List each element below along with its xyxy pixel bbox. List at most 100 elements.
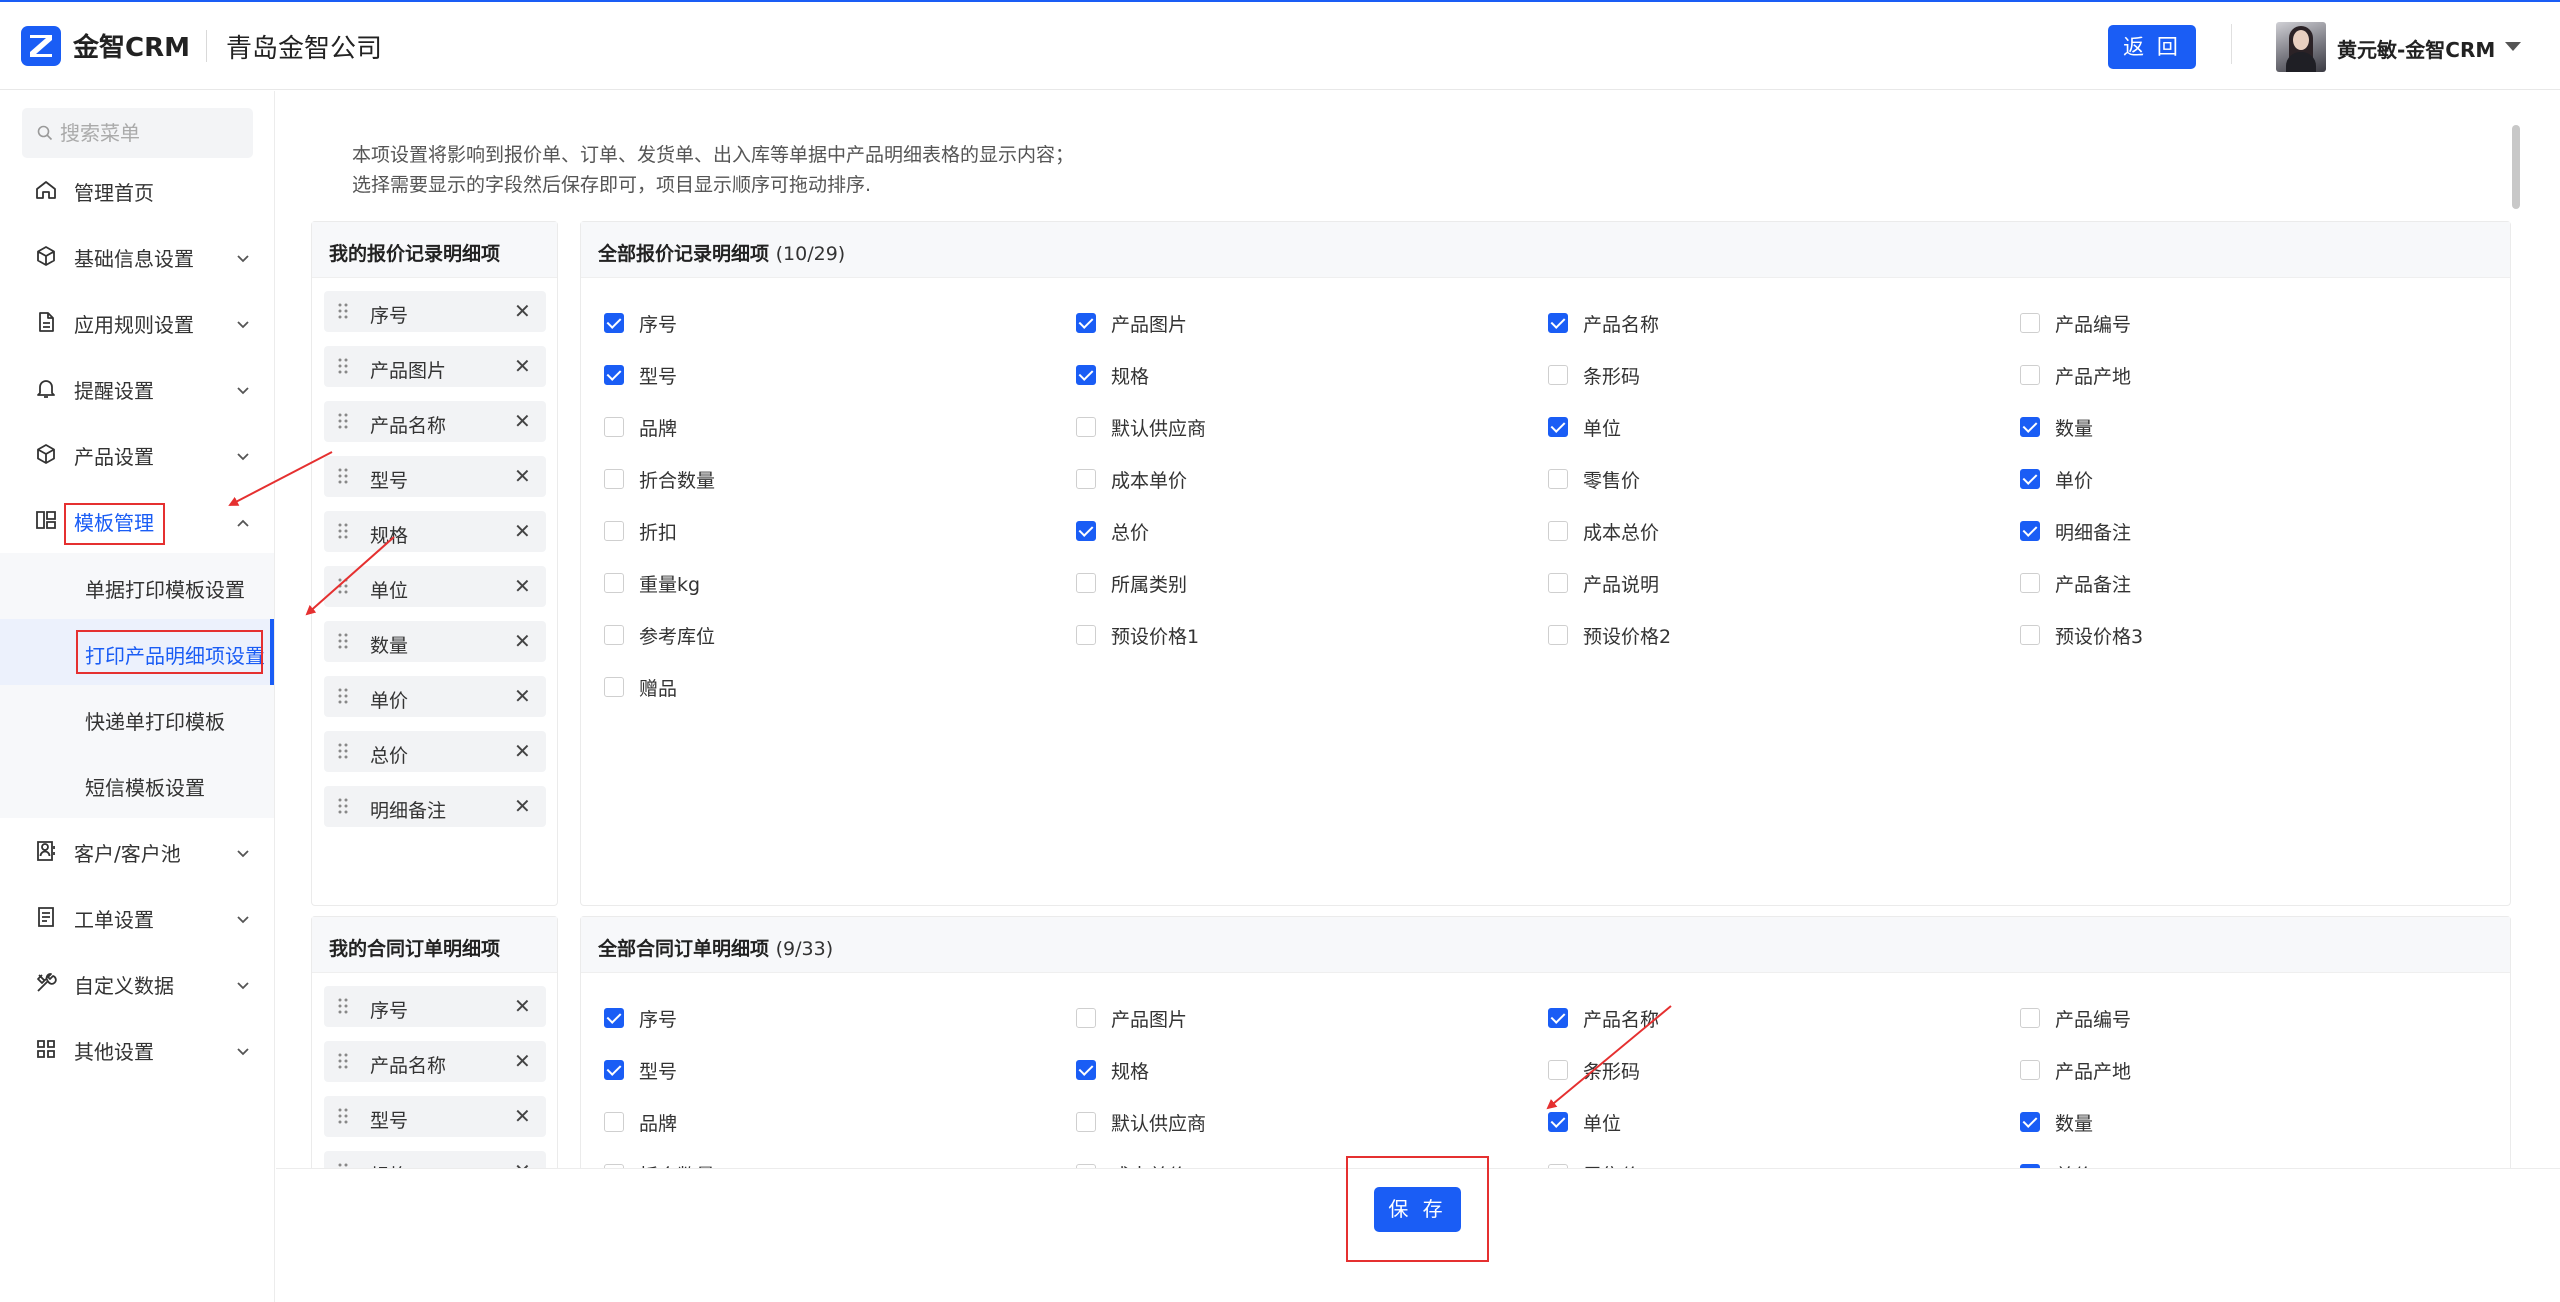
drag-handle-icon[interactable] bbox=[338, 1108, 348, 1128]
sidebar-item-9[interactable]: 自定义数据 bbox=[0, 950, 275, 1016]
close-icon[interactable]: ✕ bbox=[514, 739, 531, 763]
sidebar-item-2[interactable]: 基础信息设置 bbox=[0, 223, 275, 289]
close-icon[interactable]: ✕ bbox=[514, 464, 531, 488]
checkbox-unchecked[interactable] bbox=[604, 625, 624, 645]
checkbox-checked[interactable] bbox=[2020, 469, 2040, 489]
selected-item-chip[interactable]: 型号 ✕ bbox=[324, 1096, 546, 1137]
checkbox-checked[interactable] bbox=[1076, 365, 1096, 385]
selected-item-chip[interactable]: 序号 ✕ bbox=[324, 291, 546, 332]
close-icon[interactable]: ✕ bbox=[514, 1159, 531, 1168]
sidebar-item-10[interactable]: 其他设置 bbox=[0, 1016, 275, 1082]
checkbox-unchecked[interactable] bbox=[2020, 625, 2040, 645]
checkbox-checked[interactable] bbox=[604, 1008, 624, 1028]
sidebar-item-4[interactable]: 提醒设置 bbox=[0, 355, 275, 421]
submenu-item-3[interactable]: 快递单打印模板 bbox=[0, 685, 274, 751]
drag-handle-icon[interactable] bbox=[338, 798, 348, 818]
drag-handle-icon[interactable] bbox=[338, 743, 348, 763]
checkbox-unchecked[interactable] bbox=[1076, 1008, 1096, 1028]
checkbox-unchecked[interactable] bbox=[604, 677, 624, 697]
checkbox-checked[interactable] bbox=[1076, 313, 1096, 333]
checkbox-unchecked[interactable] bbox=[1076, 573, 1096, 593]
checkbox-checked[interactable] bbox=[2020, 1112, 2040, 1132]
sidebar-item-5[interactable]: 产品设置 bbox=[0, 421, 275, 487]
checkbox-unchecked[interactable] bbox=[2020, 313, 2040, 333]
checkbox-unchecked[interactable] bbox=[604, 573, 624, 593]
selected-item-chip[interactable]: 型号 ✕ bbox=[324, 456, 546, 497]
user-name[interactable]: 黄元敏-金智CRM bbox=[2337, 34, 2495, 63]
close-icon[interactable]: ✕ bbox=[514, 519, 531, 543]
submenu-item-4[interactable]: 短信模板设置 bbox=[0, 751, 274, 817]
close-icon[interactable]: ✕ bbox=[514, 994, 531, 1018]
close-icon[interactable]: ✕ bbox=[514, 1104, 531, 1128]
checkbox-unchecked[interactable] bbox=[2020, 1060, 2040, 1080]
checkbox-checked[interactable] bbox=[604, 1060, 624, 1080]
checkbox-checked[interactable] bbox=[1076, 1060, 1096, 1080]
close-icon[interactable]: ✕ bbox=[514, 354, 531, 378]
drag-handle-icon[interactable] bbox=[338, 358, 348, 378]
checkbox-unchecked[interactable] bbox=[1548, 625, 1568, 645]
selected-item-chip[interactable]: 产品图片 ✕ bbox=[324, 346, 546, 387]
checkbox-unchecked[interactable] bbox=[1548, 365, 1568, 385]
checkbox-unchecked[interactable] bbox=[1548, 573, 1568, 593]
checkbox-unchecked[interactable] bbox=[1076, 1112, 1096, 1132]
selected-item-chip[interactable]: 总价 ✕ bbox=[324, 731, 546, 772]
checkbox-checked[interactable] bbox=[2020, 521, 2040, 541]
avatar[interactable] bbox=[2276, 22, 2326, 72]
checkbox-unchecked[interactable] bbox=[604, 1112, 624, 1132]
selected-item-chip[interactable]: 单价 ✕ bbox=[324, 676, 546, 717]
selected-item-chip[interactable]: 单位 ✕ bbox=[324, 566, 546, 607]
sidebar-item-1[interactable]: 管理首页 bbox=[0, 157, 275, 223]
checkbox-checked[interactable] bbox=[1548, 1008, 1568, 1028]
back-button[interactable]: 返 回 bbox=[2108, 25, 2196, 69]
sidebar-item-3[interactable]: 应用规则设置 bbox=[0, 289, 275, 355]
drag-handle-icon[interactable] bbox=[338, 303, 348, 323]
selected-item-chip[interactable]: 数量 ✕ bbox=[324, 621, 546, 662]
drag-handle-icon[interactable] bbox=[338, 633, 348, 653]
checkbox-unchecked[interactable] bbox=[604, 469, 624, 489]
checkbox-unchecked[interactable] bbox=[1548, 469, 1568, 489]
close-icon[interactable]: ✕ bbox=[514, 1049, 531, 1073]
vertical-scrollbar[interactable] bbox=[2512, 125, 2520, 209]
checkbox-checked[interactable] bbox=[604, 313, 624, 333]
checkbox-unchecked[interactable] bbox=[1548, 1060, 1568, 1080]
close-icon[interactable]: ✕ bbox=[514, 684, 531, 708]
selected-item-chip[interactable]: 产品名称 ✕ bbox=[324, 1041, 546, 1082]
close-icon[interactable]: ✕ bbox=[514, 409, 531, 433]
checkbox-unchecked[interactable] bbox=[1076, 469, 1096, 489]
drag-handle-icon[interactable] bbox=[338, 998, 348, 1018]
close-icon[interactable]: ✕ bbox=[514, 574, 531, 598]
drag-handle-icon[interactable] bbox=[338, 468, 348, 488]
checkbox-unchecked[interactable] bbox=[2020, 1008, 2040, 1028]
checkbox-checked[interactable] bbox=[1548, 1112, 1568, 1132]
checkbox-unchecked[interactable] bbox=[2020, 365, 2040, 385]
drag-handle-icon[interactable] bbox=[338, 1053, 348, 1073]
close-icon[interactable]: ✕ bbox=[514, 794, 531, 818]
close-icon[interactable]: ✕ bbox=[514, 629, 531, 653]
menu-search[interactable] bbox=[22, 108, 253, 158]
checkbox-checked[interactable] bbox=[2020, 417, 2040, 437]
selected-item-chip[interactable]: 产品名称 ✕ bbox=[324, 401, 546, 442]
drag-handle-icon[interactable] bbox=[338, 413, 348, 433]
submenu-item-1[interactable]: 单据打印模板设置 bbox=[0, 553, 274, 619]
selected-item-chip[interactable]: 规格 ✕ bbox=[324, 511, 546, 552]
checkbox-unchecked[interactable] bbox=[604, 521, 624, 541]
checkbox-checked[interactable] bbox=[604, 365, 624, 385]
checkbox-checked[interactable] bbox=[1548, 313, 1568, 333]
selected-item-chip[interactable]: 规格 ✕ bbox=[324, 1151, 546, 1168]
checkbox-unchecked[interactable] bbox=[2020, 573, 2040, 593]
selected-item-chip[interactable]: 明细备注 ✕ bbox=[324, 786, 546, 827]
checkbox-unchecked[interactable] bbox=[604, 417, 624, 437]
sidebar-item-7[interactable]: 客户/客户池 bbox=[0, 818, 275, 884]
checkbox-unchecked[interactable] bbox=[1076, 417, 1096, 437]
close-icon[interactable]: ✕ bbox=[514, 299, 531, 323]
selected-item-chip[interactable]: 序号 ✕ bbox=[324, 986, 546, 1027]
sidebar-item-8[interactable]: 工单设置 bbox=[0, 884, 275, 950]
checkbox-checked[interactable] bbox=[1076, 521, 1096, 541]
drag-handle-icon[interactable] bbox=[338, 578, 348, 598]
chevron-down-icon[interactable] bbox=[2505, 42, 2521, 51]
checkbox-unchecked[interactable] bbox=[1076, 625, 1096, 645]
checkbox-checked[interactable] bbox=[1548, 417, 1568, 437]
search-input[interactable] bbox=[60, 118, 240, 148]
checkbox-unchecked[interactable] bbox=[1548, 521, 1568, 541]
drag-handle-icon[interactable] bbox=[338, 688, 348, 708]
